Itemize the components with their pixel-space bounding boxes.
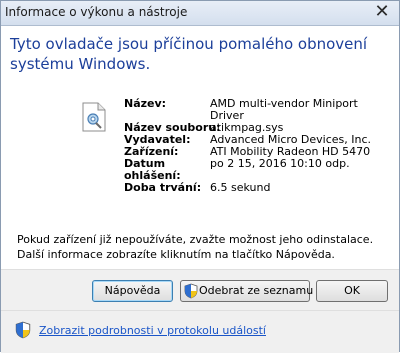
remove-button-label: Odebrat ze seznamu	[199, 284, 314, 297]
detail-row-duration: Doba trvání: 6.5 sekund	[124, 182, 388, 194]
footer: Zobrazit podrobnosti v protokolu událost…	[1, 310, 399, 353]
detail-label: Název:	[124, 97, 167, 110]
uninstall-note: Pokud zařízení již nepoužíváte, zvažte m…	[17, 233, 374, 261]
event-log-details-link[interactable]: Zobrazit podrobnosti v protokolu událost…	[39, 324, 266, 337]
detail-row-report-date: Datum ohlášení: po 2 15, 2016 10:10 odp.	[124, 158, 388, 182]
detail-label: Datum ohlášení:	[124, 157, 181, 182]
main-heading: Tyto ovladače jsou příčinou pomalého obn…	[10, 35, 368, 73]
detail-row-name: Název: AMD multi-vendor Miniport Driver	[124, 98, 388, 122]
detail-value: AMD multi-vendor Miniport Driver	[210, 97, 358, 122]
driver-file-icon	[82, 102, 106, 132]
content-area: Tyto ovladače jsou příčinou pomalého obn…	[1, 26, 399, 268]
help-button[interactable]: Nápověda	[92, 280, 173, 302]
detail-value: 6.5 sekund	[210, 181, 271, 194]
detail-value: po 2 15, 2016 10:10 odp.	[210, 157, 350, 170]
dialog-window: Informace o výkonu a nástroje ✕ Tyto ovl…	[0, 0, 400, 353]
title-bar[interactable]: Informace o výkonu a nástroje ✕	[1, 1, 399, 26]
uac-shield-icon	[15, 321, 31, 339]
remove-from-list-button[interactable]: Odebrat ze seznamu	[180, 280, 314, 302]
uac-shield-icon	[184, 283, 198, 299]
close-button[interactable]: ✕	[373, 3, 391, 21]
button-row: Nápověda Odebrat ze seznamu OK	[1, 269, 399, 310]
window-title: Informace o výkonu a nástroje	[5, 5, 188, 19]
detail-label: Doba trvání:	[124, 181, 202, 194]
ok-button[interactable]: OK	[316, 280, 388, 302]
driver-details: Název: AMD multi-vendor Miniport Driver …	[124, 98, 388, 194]
